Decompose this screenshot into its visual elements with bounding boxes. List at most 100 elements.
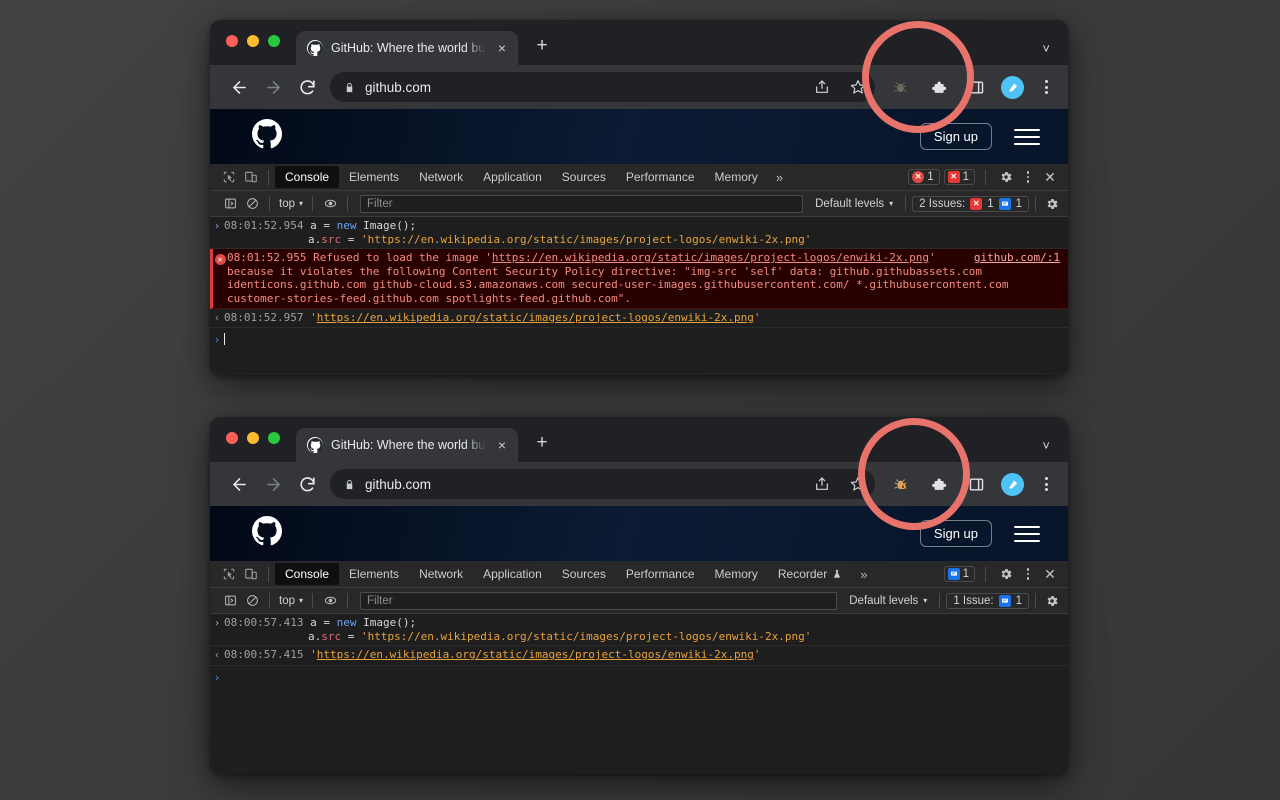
side-panel-icon[interactable]: [963, 471, 989, 497]
device-toolbar-icon[interactable]: [240, 166, 262, 188]
chevron-down-icon[interactable]: ˅: [1042, 41, 1050, 56]
maximize-window-button[interactable]: [268, 35, 280, 47]
new-tab-button[interactable]: +: [530, 432, 554, 456]
devtools-kebab-menu-icon[interactable]: [1020, 568, 1036, 580]
extensions-puzzle-icon[interactable]: [925, 74, 951, 100]
console-sidebar-icon[interactable]: [219, 590, 241, 612]
new-tab-button[interactable]: +: [530, 35, 554, 59]
log-levels-selector[interactable]: Default levels ▾: [809, 198, 899, 210]
issues-summary-pill[interactable]: 1 Issue: 1: [946, 593, 1029, 609]
issue-count-badge[interactable]: 1: [944, 566, 975, 582]
browser-tab[interactable]: GitHub: Where the world builds software …: [296, 428, 518, 462]
issue-count-badge[interactable]: ✕ 1: [944, 169, 975, 185]
console-filter-input[interactable]: Filter: [360, 195, 803, 213]
browser-toolbar: github.com: [210, 65, 1068, 109]
chrome-menu-kebab[interactable]: [1036, 80, 1056, 94]
arrow-back-icon[interactable]: [228, 76, 250, 98]
reload-icon[interactable]: [296, 473, 318, 495]
devtools-kebab-menu-icon[interactable]: [1020, 171, 1036, 183]
clear-console-icon[interactable]: [241, 590, 263, 612]
tab-elements[interactable]: Elements: [339, 563, 409, 585]
javascript-context-selector[interactable]: top ▾: [276, 595, 306, 607]
side-panel-icon[interactable]: [963, 74, 989, 100]
console-filter-input[interactable]: Filter: [360, 592, 837, 610]
error-source-link[interactable]: github.com/:1: [974, 251, 1060, 265]
javascript-context-selector[interactable]: top ▾: [276, 198, 306, 210]
inspect-element-icon[interactable]: [218, 563, 240, 585]
star-icon[interactable]: [845, 74, 871, 100]
browser-tab[interactable]: GitHub: Where the world builds software …: [296, 31, 518, 65]
share-icon[interactable]: [809, 74, 835, 100]
console-prompt[interactable]: ›: [210, 328, 1068, 351]
console-output[interactable]: › 08:01:52.954 a = new Image();a.src = '…: [210, 217, 1068, 373]
tab-network[interactable]: Network: [409, 563, 473, 585]
live-expression-eye-icon[interactable]: [319, 590, 341, 612]
log-levels-selector[interactable]: Default levels ▾: [843, 595, 933, 607]
close-devtools-icon[interactable]: ✕: [1040, 169, 1060, 186]
tab-network[interactable]: Network: [409, 166, 473, 188]
tab-sources[interactable]: Sources: [552, 563, 616, 585]
tab-memory[interactable]: Memory: [705, 166, 768, 188]
hamburger-menu-icon[interactable]: [1014, 526, 1040, 542]
star-icon[interactable]: [845, 471, 871, 497]
live-expression-eye-icon[interactable]: [319, 193, 341, 215]
tab-sources[interactable]: Sources: [552, 166, 616, 188]
signup-button[interactable]: Sign up: [920, 520, 992, 547]
error-count-badge[interactable]: ✕ 1: [908, 169, 939, 185]
reload-icon[interactable]: [296, 76, 318, 98]
close-window-button[interactable]: [226, 35, 238, 47]
bug-icon[interactable]: [887, 74, 913, 100]
share-icon[interactable]: [809, 471, 835, 497]
error-resource-link[interactable]: https://en.wikipedia.org/static/images/p…: [492, 251, 929, 264]
address-bar[interactable]: github.com: [330, 72, 875, 102]
signup-button[interactable]: Sign up: [920, 123, 992, 150]
profile-avatar[interactable]: [1001, 473, 1024, 496]
tab-application[interactable]: Application: [473, 166, 552, 188]
console-row-result[interactable]: ‹ 08:00:57.415 'https://en.wikipedia.org…: [210, 646, 1068, 666]
tab-console[interactable]: Console: [275, 166, 339, 188]
console-row-error[interactable]: ✕ github.com/:108:01:52.955 Refused to l…: [210, 249, 1068, 308]
console-prompt[interactable]: ›: [210, 666, 1068, 689]
close-window-button[interactable]: [226, 432, 238, 444]
inspect-element-icon[interactable]: [218, 166, 240, 188]
console-row-input[interactable]: › 08:00:57.413 a = new Image();a.src = '…: [210, 614, 1068, 646]
device-toolbar-icon[interactable]: [240, 563, 262, 585]
arrow-back-icon[interactable]: [228, 473, 250, 495]
minimize-window-button[interactable]: [247, 432, 259, 444]
gear-icon[interactable]: [1042, 194, 1062, 214]
clear-console-icon[interactable]: [241, 193, 263, 215]
more-tabs-chevron-icon[interactable]: »: [852, 567, 875, 582]
bug-icon-active[interactable]: s: [887, 471, 913, 497]
gear-icon[interactable]: [1042, 591, 1062, 611]
tab-performance[interactable]: Performance: [616, 563, 705, 585]
close-tab-button[interactable]: ×: [494, 437, 510, 453]
result-resource-link[interactable]: https://en.wikipedia.org/static/images/p…: [317, 311, 754, 324]
profile-avatar[interactable]: [1001, 76, 1024, 99]
minimize-window-button[interactable]: [247, 35, 259, 47]
more-tabs-chevron-icon[interactable]: »: [768, 170, 791, 185]
extensions-puzzle-icon[interactable]: [925, 471, 951, 497]
github-octocat-logo: [252, 119, 282, 154]
close-tab-button[interactable]: ×: [494, 40, 510, 56]
chrome-menu-kebab[interactable]: [1036, 477, 1056, 491]
hamburger-menu-icon[interactable]: [1014, 129, 1040, 145]
tab-application[interactable]: Application: [473, 563, 552, 585]
result-resource-link[interactable]: https://en.wikipedia.org/static/images/p…: [317, 648, 754, 661]
address-bar[interactable]: github.com: [330, 469, 875, 499]
console-row-input[interactable]: › 08:01:52.954 a = new Image();a.src = '…: [210, 217, 1068, 249]
issues-summary-pill[interactable]: 2 Issues: ✕ 1 1: [912, 196, 1029, 212]
tab-elements[interactable]: Elements: [339, 166, 409, 188]
tab-recorder[interactable]: Recorder: [768, 563, 852, 585]
console-sidebar-icon[interactable]: [219, 193, 241, 215]
close-devtools-icon[interactable]: ✕: [1040, 566, 1060, 583]
gear-icon[interactable]: [996, 167, 1016, 187]
tab-performance[interactable]: Performance: [616, 166, 705, 188]
maximize-window-button[interactable]: [268, 432, 280, 444]
tab-console[interactable]: Console: [275, 563, 339, 585]
issue-square-icon: ✕: [948, 171, 960, 183]
console-output[interactable]: › 08:00:57.413 a = new Image();a.src = '…: [210, 614, 1068, 774]
tab-memory[interactable]: Memory: [705, 563, 768, 585]
console-row-result[interactable]: ‹ 08:01:52.957 'https://en.wikipedia.org…: [210, 309, 1068, 329]
gear-icon[interactable]: [996, 564, 1016, 584]
chevron-down-icon[interactable]: ˅: [1042, 438, 1050, 453]
